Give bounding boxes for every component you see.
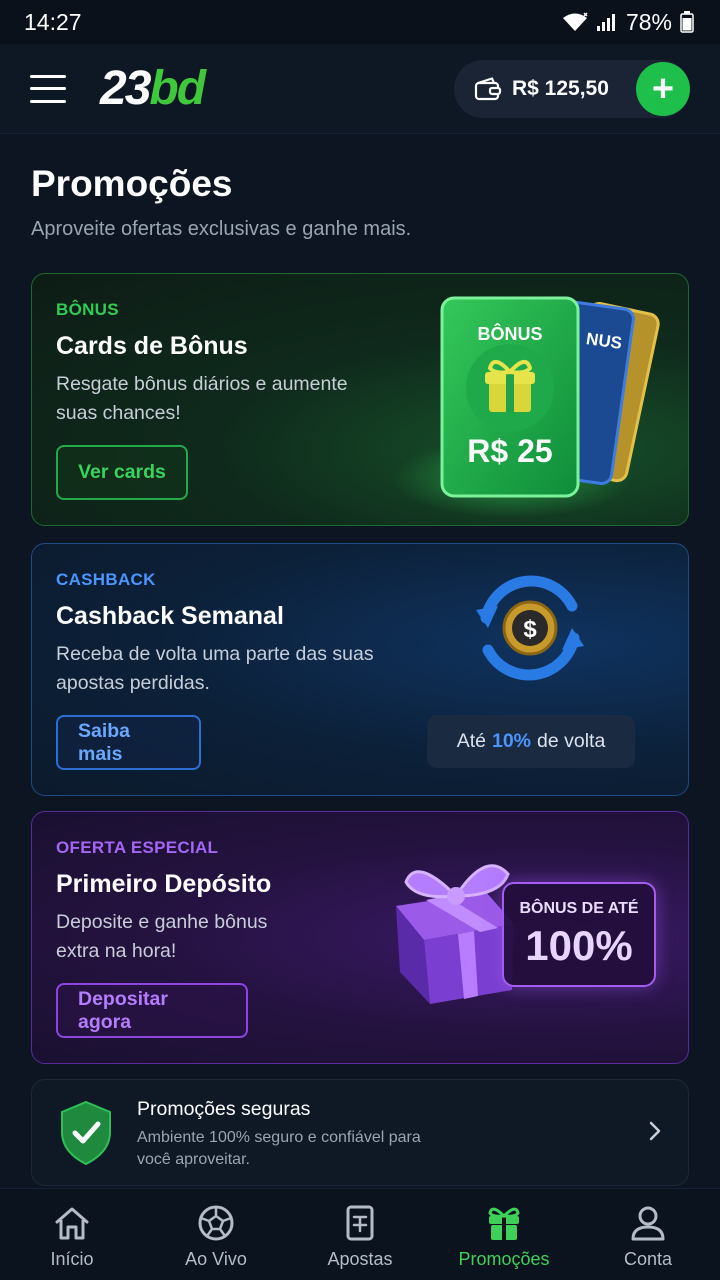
promo-description: Resgate bônus diários e aumente suas cha… <box>56 373 348 424</box>
learn-more-button[interactable]: Saiba mais <box>56 715 201 770</box>
wallet-icon <box>474 77 502 101</box>
card-value: R$ 25 <box>467 433 552 469</box>
bet-slip-icon <box>346 1205 374 1241</box>
deposit-now-button[interactable]: Depositar agora <box>56 983 248 1038</box>
home-icon <box>55 1207 89 1240</box>
promo-tag: BÔNUS <box>56 300 119 319</box>
nav-bets[interactable]: Apostas <box>288 1189 432 1280</box>
promo-title: Cashback Semanal <box>56 602 284 630</box>
nav-label: Promoções <box>458 1249 550 1269</box>
pill-suffix: de volta <box>537 730 606 752</box>
pill-value: 10% <box>491 730 531 752</box>
signal-icon <box>596 14 615 31</box>
shield-check-icon <box>61 1100 111 1166</box>
balance-amount: R$ 125,50 <box>512 77 609 100</box>
nav-live[interactable]: Ao Vivo <box>144 1189 288 1280</box>
app-logo[interactable]: 23bd <box>100 61 206 115</box>
user-icon <box>631 1206 665 1241</box>
status-bar: 14:27 78% <box>0 0 720 44</box>
svg-text:$: $ <box>523 616 537 643</box>
secure-description: Ambiente 100% seguro e confiável para vo… <box>137 1129 421 1168</box>
cashback-promo[interactable]: CASHBACK Cashback Semanal Receba de volt… <box>31 543 689 796</box>
menu-line <box>30 74 66 78</box>
nav-account[interactable]: Conta <box>576 1189 720 1280</box>
promo-description: Receba de volta uma parte das suas apost… <box>56 643 374 694</box>
logo-number: 23 <box>100 61 151 115</box>
page-title: Promoções <box>31 163 233 204</box>
bonus-box-label: BÔNUS DE ATÉ <box>519 899 639 917</box>
promo-title: Primeiro Depósito <box>56 870 272 898</box>
promo-title: Cards de Bônus <box>56 332 248 360</box>
bonus-percent-box: BÔNUS DE ATÉ 100% <box>502 882 656 987</box>
chevron-right-icon <box>649 1121 661 1141</box>
wifi-icon <box>562 12 588 31</box>
promo-tag: CASHBACK <box>56 570 156 589</box>
soccer-ball-icon <box>198 1205 234 1241</box>
nav-home[interactable]: Início <box>0 1189 144 1280</box>
card-label: BÔNUS <box>477 323 542 344</box>
bonus-cards-illustration: NUS BÔNUS R$ 25 <box>392 296 660 516</box>
battery-percent: 78% <box>625 8 672 35</box>
nav-label: Conta <box>623 1249 673 1269</box>
secure-promotions-row[interactable]: Promoções seguras Ambiente 100% seguro e… <box>31 1079 689 1186</box>
view-cards-button[interactable]: Ver cards <box>56 445 188 500</box>
cashback-rate-pill: Até 10% de volta <box>427 715 635 768</box>
status-icons: 78% <box>562 9 694 36</box>
bottom-navigation: Início Ao Vivo Apostas Promoções Conta <box>0 1188 720 1280</box>
logo-letters: bd <box>149 61 206 115</box>
menu-line <box>30 87 66 90</box>
promo-tag: OFERTA ESPECIAL <box>56 838 219 857</box>
status-time: 14:27 <box>24 8 82 35</box>
promo-description: Deposite e ganhe bônus extra na hora! <box>56 911 268 962</box>
battery-icon <box>680 11 694 33</box>
page-subtitle: Aproveite ofertas exclusivas e ganhe mai… <box>31 218 412 240</box>
wallet-balance[interactable]: R$ 125,50 + <box>454 60 690 118</box>
first-deposit-promo[interactable]: OFERTA ESPECIAL Primeiro Depósito Deposi… <box>31 811 689 1064</box>
nav-label: Início <box>50 1249 94 1269</box>
nav-label: Ao Vivo <box>185 1249 247 1269</box>
pill-prefix: Até <box>456 730 486 752</box>
deposit-add-button[interactable]: + <box>636 62 690 116</box>
gift-icon <box>488 1207 520 1240</box>
bonus-box-value: 100% <box>525 921 633 969</box>
nav-label: Apostas <box>327 1249 393 1269</box>
app-header: 23bd R$ 125,50 + <box>0 44 720 134</box>
cashback-arrows-icon: $ <box>476 575 584 681</box>
bonus-cards-promo[interactable]: BÔNUS Cards de Bônus Resgate bônus diári… <box>31 273 689 526</box>
menu-button[interactable] <box>30 74 66 103</box>
menu-line <box>30 99 66 103</box>
secure-title: Promoções seguras <box>137 1098 311 1120</box>
nav-promotions[interactable]: Promoções <box>432 1189 576 1280</box>
